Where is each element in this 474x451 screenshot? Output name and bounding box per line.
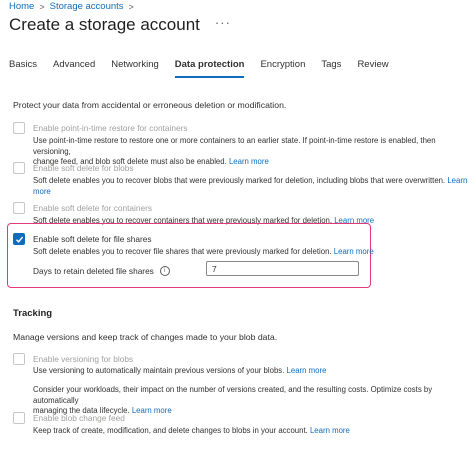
tab-advanced[interactable]: Advanced	[53, 59, 95, 78]
versioning-cost-description: Consider your workloads, their impact on…	[33, 385, 474, 417]
recovery-intro-text: Protect your data from accidental or err…	[13, 100, 287, 110]
change-feed-checkbox[interactable]	[13, 412, 25, 424]
tab-encryption[interactable]: Encryption	[260, 59, 305, 78]
blob-soft-delete-description-text: Soft delete enables you to recover blobs…	[33, 176, 446, 185]
versioning-learn-more-link[interactable]: Learn more	[287, 366, 327, 375]
tab-bar: Basics Advanced Networking Data protecti…	[9, 59, 405, 78]
blob-soft-delete-label: Enable soft delete for blobs	[33, 163, 134, 173]
info-icon[interactable]: i	[159, 266, 170, 276]
change-feed-description-text: Keep track of create, modification, and …	[33, 426, 308, 435]
blob-soft-delete-more-link[interactable]: more	[33, 187, 51, 196]
versioning-cost-learn-more-link[interactable]: Learn more	[132, 406, 172, 415]
page-title: Create a storage account	[9, 15, 200, 34]
versioning-label: Enable versioning for blobs	[33, 354, 134, 364]
blob-soft-delete-checkbox[interactable]	[13, 162, 25, 174]
chevron-right-icon: >	[128, 1, 134, 12]
breadcrumb-home-link[interactable]: Home	[9, 1, 34, 12]
blob-soft-delete-description: Soft delete enables you to recover blobs…	[33, 176, 467, 197]
retention-days-input[interactable]	[206, 261, 359, 276]
change-feed-description: Keep track of create, modification, and …	[33, 426, 350, 437]
breadcrumb-storage-accounts-link[interactable]: Storage accounts	[50, 1, 124, 12]
versioning-cost-description-line1: Consider your workloads, their impact on…	[33, 385, 433, 405]
tab-review[interactable]: Review	[357, 59, 388, 78]
more-options-icon[interactable]: ···	[215, 15, 231, 30]
file-share-soft-delete-description: Soft delete enables you to recover file …	[33, 247, 374, 258]
pitr-checkbox[interactable]	[13, 122, 25, 134]
tab-networking[interactable]: Networking	[111, 59, 159, 78]
tracking-section-title: Tracking	[13, 308, 53, 319]
page-title-row: Create a storage account ···	[9, 15, 231, 35]
change-feed-label: Enable blob change feed	[33, 413, 125, 423]
tracking-intro-text: Manage versions and keep track of change…	[13, 332, 278, 342]
change-feed-learn-more-link[interactable]: Learn more	[310, 426, 350, 435]
container-soft-delete-checkbox[interactable]	[13, 202, 25, 214]
tab-data-protection[interactable]: Data protection	[174, 59, 245, 78]
chevron-right-icon: >	[39, 1, 45, 12]
tab-basics[interactable]: Basics	[9, 59, 37, 78]
file-share-soft-delete-label: Enable soft delete for file shares	[33, 234, 152, 244]
versioning-description-line1: Use versioning to automatically maintain…	[33, 366, 285, 375]
file-share-soft-delete-checkbox[interactable]	[13, 233, 25, 245]
file-share-soft-delete-description-text: Soft delete enables you to recover file …	[33, 247, 332, 256]
retention-days-label-row: Days to retain deleted file shares i	[33, 266, 170, 276]
checkmark-icon	[16, 236, 24, 243]
pitr-description-line1: Use point-in-time restore to restore one…	[33, 136, 436, 156]
retention-days-label: Days to retain deleted file shares	[33, 266, 154, 276]
versioning-checkbox[interactable]	[13, 353, 25, 365]
versioning-description: Use versioning to automatically maintain…	[33, 366, 326, 377]
file-share-soft-delete-learn-more-link[interactable]: Learn more	[334, 247, 374, 256]
pitr-learn-more-link[interactable]: Learn more	[229, 157, 269, 166]
blob-soft-delete-learn-link[interactable]: Learn	[447, 176, 467, 185]
pitr-label: Enable point-in-time restore for contain…	[33, 123, 188, 133]
breadcrumb: Home > Storage accounts >	[9, 1, 139, 12]
tab-tags[interactable]: Tags	[321, 59, 341, 78]
container-soft-delete-label: Enable soft delete for containers	[33, 203, 152, 213]
